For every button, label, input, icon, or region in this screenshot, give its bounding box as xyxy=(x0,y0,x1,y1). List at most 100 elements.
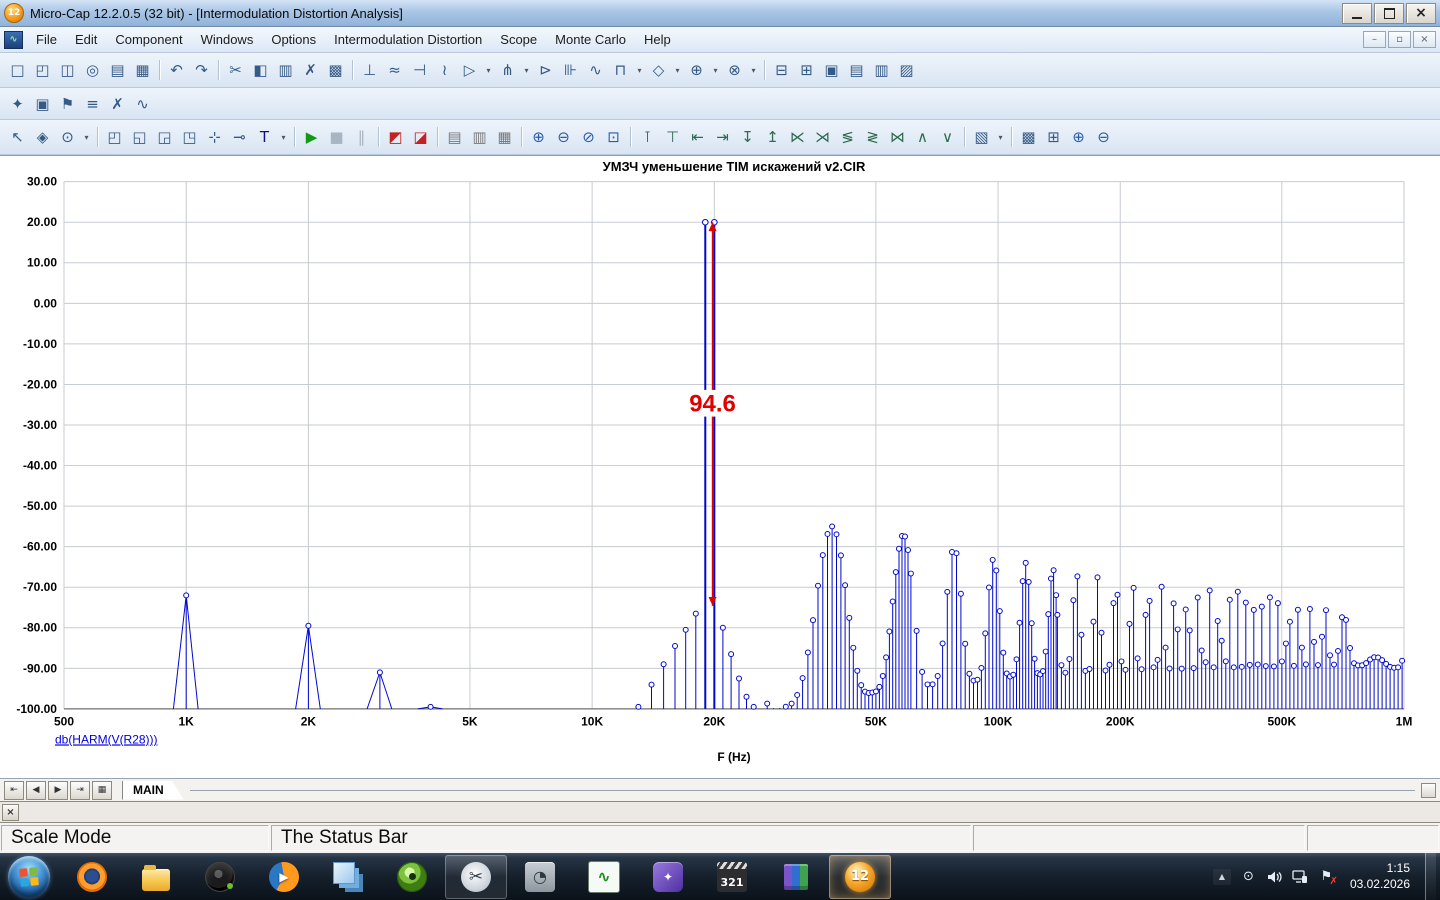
magnify-out-button[interactable]: ⊖ xyxy=(1091,125,1116,149)
page-next-button[interactable]: ▶ xyxy=(48,781,68,800)
menu-edit[interactable]: Edit xyxy=(66,29,106,50)
plot-window[interactable]: 30.0020.0010.000.00-10.00-20.00-30.00-40… xyxy=(0,155,1440,778)
tray-status-icon[interactable]: ⊙ xyxy=(1240,868,1257,885)
local-max-button[interactable]: ∨ xyxy=(935,125,960,149)
minimize-button[interactable] xyxy=(1342,3,1372,24)
dependent-source-component-button[interactable]: ◇ xyxy=(646,58,671,82)
action-center-flag-icon[interactable]: ⚑✗ xyxy=(1318,868,1335,885)
watch-window-button[interactable]: ▦ xyxy=(492,125,517,149)
taskbar-micro-cap-button[interactable]: 12 xyxy=(829,855,891,899)
volume-icon[interactable] xyxy=(1266,868,1283,885)
menu-file[interactable]: File xyxy=(27,29,66,50)
probe-menu[interactable]: ▾ xyxy=(80,125,93,149)
tab-main[interactable]: MAIN xyxy=(122,781,184,800)
clear-marks-button[interactable]: ✗ xyxy=(105,92,130,116)
opamp-component-button[interactable]: ⊳ xyxy=(533,58,558,82)
scale-mode-button[interactable]: ◳ xyxy=(177,125,202,149)
macro-menu[interactable]: ▾ xyxy=(709,58,722,82)
peak-left-button[interactable]: ⋉ xyxy=(785,125,810,149)
go-to-branch-button[interactable]: ⋈ xyxy=(885,125,910,149)
child-close-button[interactable]: × xyxy=(1413,31,1436,48)
data-points-toggle-button[interactable]: ◩ xyxy=(383,125,408,149)
vertical-tag-button[interactable]: ⊤ xyxy=(660,125,685,149)
graphics-menu[interactable]: ▾ xyxy=(277,125,290,149)
go-to-low-button[interactable]: ≶ xyxy=(835,125,860,149)
peak-right-button[interactable]: ⋊ xyxy=(810,125,835,149)
split-horizontal-button[interactable]: ⊟ xyxy=(769,58,794,82)
clipboard-menu[interactable]: ▾ xyxy=(994,125,1007,149)
transistor-component-button[interactable]: ⋔ xyxy=(495,58,520,82)
cursor-mode-button[interactable]: ⊹ xyxy=(202,125,227,149)
taskbar-file-explorer-button[interactable] xyxy=(125,855,187,899)
text-tool-button[interactable]: T xyxy=(252,125,277,149)
taskbar-media-converter-button[interactable]: ✦ xyxy=(637,855,699,899)
stop-analysis-button[interactable]: ■ xyxy=(324,125,349,149)
cursor-right-button[interactable]: ⇥ xyxy=(710,125,735,149)
auto-scale-button[interactable]: ⊡ xyxy=(601,125,626,149)
pan-tool-button[interactable]: ◈ xyxy=(30,125,55,149)
go-to-high-button[interactable]: ≷ xyxy=(860,125,885,149)
taskbar-meter-tool-button[interactable]: ◔ xyxy=(509,855,571,899)
magnify-in-button[interactable]: ⊕ xyxy=(1066,125,1091,149)
select-region-button[interactable]: ▣ xyxy=(30,92,55,116)
source-menu[interactable]: ▾ xyxy=(633,58,646,82)
paste-button[interactable]: ▥ xyxy=(273,58,298,82)
show-waveform-button[interactable]: ∿ xyxy=(130,92,155,116)
local-min-button[interactable]: ∧ xyxy=(910,125,935,149)
state-variables-button[interactable]: ▥ xyxy=(467,125,492,149)
zoom-out-mode-button[interactable]: ⊖ xyxy=(551,125,576,149)
pulse-source-component-button[interactable]: ⊓ xyxy=(608,58,633,82)
wave-region-button[interactable]: ◱ xyxy=(127,125,152,149)
split-vertical-button[interactable]: ⊞ xyxy=(794,58,819,82)
zoom-area-button[interactable]: ⊘ xyxy=(576,125,601,149)
pan-view-button[interactable]: ✦ xyxy=(5,92,30,116)
battery-component-button[interactable]: ⊪ xyxy=(558,58,583,82)
panel-close-button[interactable]: × xyxy=(2,804,19,821)
taskbar-documents-stack-button[interactable] xyxy=(317,855,379,899)
taskbar-spider-player-button[interactable] xyxy=(189,855,251,899)
undo-button[interactable]: ↶ xyxy=(164,58,189,82)
child-restore-button[interactable]: ▫ xyxy=(1388,31,1411,48)
network-icon[interactable] xyxy=(1292,868,1309,885)
numeric-output-button[interactable]: ▤ xyxy=(442,125,467,149)
go-to-x-button[interactable]: ↥ xyxy=(760,125,785,149)
pick-probe-button[interactable]: ⊙ xyxy=(55,125,80,149)
page-prev-button[interactable]: ◀ xyxy=(26,781,46,800)
copy-to-clipboard-button[interactable]: ▧ xyxy=(969,125,994,149)
print-preview-button[interactable]: ▤ xyxy=(105,58,130,82)
zoom-rectangle-button[interactable]: ◲ xyxy=(152,125,177,149)
menu-monte-carlo[interactable]: Monte Carlo xyxy=(546,29,635,50)
component-panel-button[interactable]: ▨ xyxy=(894,58,919,82)
select-cursor-button[interactable]: ↖ xyxy=(5,125,30,149)
find-file-button[interactable]: ◎ xyxy=(80,58,105,82)
tokens-toggle-button[interactable]: ◪ xyxy=(408,125,433,149)
macro-component-button[interactable]: ⊕ xyxy=(684,58,709,82)
delete-button[interactable]: ✗ xyxy=(298,58,323,82)
taskbar-snipping-tool-button[interactable]: ✂ xyxy=(445,855,507,899)
zoom-in-mode-button[interactable]: ⊕ xyxy=(526,125,551,149)
node-numbers-button[interactable]: ≡ xyxy=(80,92,105,116)
taskbar-movie-maker-button[interactable]: 321 xyxy=(701,855,763,899)
show-values-button[interactable]: ⊞ xyxy=(1041,125,1066,149)
capacitor-component-button[interactable]: ⊣ xyxy=(407,58,432,82)
menu-windows[interactable]: Windows xyxy=(192,29,263,50)
menu-options[interactable]: Options xyxy=(262,29,325,50)
inductor-component-button[interactable]: ≀ xyxy=(432,58,457,82)
taskbar-winrar-button[interactable] xyxy=(765,855,827,899)
series-legend[interactable]: db(HARM(V(R28))) xyxy=(55,733,158,747)
grid-properties-button[interactable]: ▩ xyxy=(1016,125,1041,149)
show-desktop-button[interactable] xyxy=(1425,853,1436,900)
menu-component[interactable]: Component xyxy=(106,29,191,50)
tile-vertical-button[interactable]: ▥ xyxy=(869,58,894,82)
select-mode-button[interactable]: ◰ xyxy=(102,125,127,149)
cursor-left-button[interactable]: ⇤ xyxy=(685,125,710,149)
spectrum-chart[interactable]: 30.0020.0010.000.00-10.00-20.00-30.00-40… xyxy=(0,156,1440,778)
select-all-button[interactable]: ▩ xyxy=(323,58,348,82)
transistor-menu[interactable]: ▾ xyxy=(520,58,533,82)
new-circuit-button[interactable]: □ xyxy=(5,58,30,82)
diode-menu[interactable]: ▾ xyxy=(482,58,495,82)
dependent-source-menu[interactable]: ▾ xyxy=(671,58,684,82)
tab-scroll-box[interactable] xyxy=(1421,783,1436,798)
restore-button[interactable] xyxy=(1374,3,1404,24)
taskbar-oscilloscope-tool-button[interactable]: ∿ xyxy=(573,855,635,899)
